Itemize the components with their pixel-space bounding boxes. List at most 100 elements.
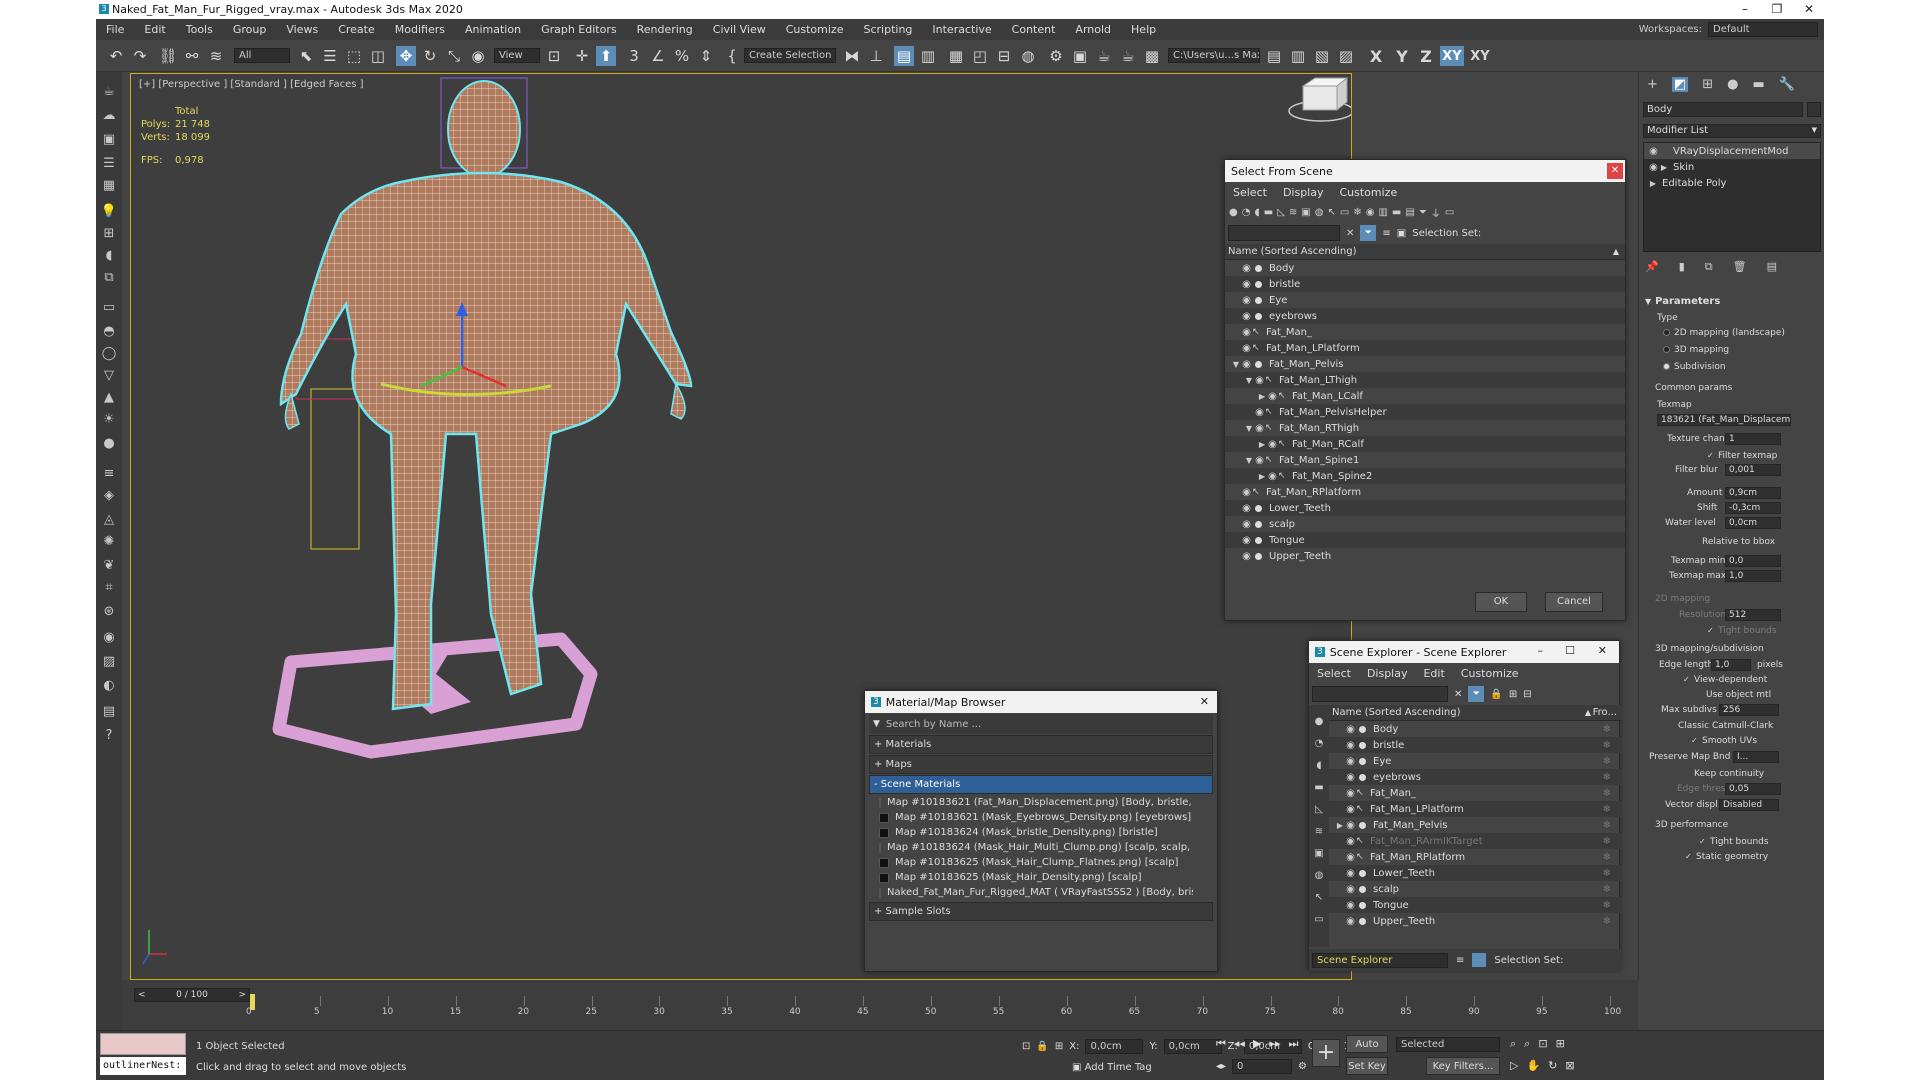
fog-icon[interactable]: ✺ [99, 532, 119, 550]
menu-customize[interactable]: Customize [776, 23, 854, 36]
selection-set-icon[interactable] [1472, 953, 1487, 967]
eye-icon[interactable]: ◉ [1345, 900, 1356, 911]
se-menu-edit[interactable]: Edit [1415, 667, 1452, 680]
eye-icon[interactable]: ◉ [1241, 535, 1252, 546]
display-tab-icon[interactable]: ▬ [1752, 77, 1764, 92]
render-setup-icon[interactable]: ⚙ [1046, 46, 1066, 66]
se-menu-display[interactable]: Display [1359, 667, 1416, 680]
eye-icon[interactable]: ◉ [1648, 146, 1659, 157]
axis-xy-button[interactable]: XY [1440, 46, 1464, 66]
eye-icon[interactable]: ◉ [1241, 279, 1252, 290]
explorer-list-item[interactable]: ◉ ↖ Fat_Man_RPlatform ❄ [1329, 849, 1621, 865]
explorer-list-item[interactable]: ◉ ↖ Fat_Man_LPlatform ❄ [1329, 801, 1621, 817]
align-icon[interactable]: ⊥ [866, 46, 886, 66]
display-lights-icon[interactable]: ◖ [1254, 207, 1259, 218]
scene-list-item[interactable]: ◉ bristle [1225, 276, 1625, 292]
window-crossing-icon[interactable]: ◫ [368, 46, 388, 66]
expand-arrow-icon[interactable]: ▶ [1257, 392, 1267, 401]
timeline-ruler[interactable]: 0 5 10 15 20 25 30 35 40 45 50 55 60 65 70 75 80 85 90 95 10… [122, 980, 1638, 1034]
explorer-list-item[interactable]: ◉ Tongue ❄ [1329, 897, 1621, 913]
current-frame-marker[interactable] [250, 994, 255, 1010]
isolate-icon[interactable]: ⊡ [1022, 1041, 1030, 1052]
scene-list-item[interactable]: ▶ ◉ ↖ Fat_Man_LCalf [1225, 388, 1625, 404]
fur-icon[interactable]: ≡ [99, 464, 119, 482]
menu-content[interactable]: Content [1002, 23, 1066, 36]
key-mode-icon[interactable]: ◂▸ [1216, 1061, 1226, 1072]
layer-icon[interactable]: ≡ [1456, 955, 1464, 966]
set-key-icon[interactable]: + [1312, 1039, 1340, 1067]
create-tab-icon[interactable]: + [1647, 77, 1658, 92]
funnel-icon[interactable]: ⏚ [1431, 205, 1441, 220]
scene-list-item[interactable]: ▼ ◉ Fat_Man_Pelvis [1225, 356, 1625, 372]
menu-scripting[interactable]: Scripting [853, 23, 922, 36]
bake-icon[interactable]: ▨ [99, 652, 119, 670]
se-menu-customize[interactable]: Customize [1453, 667, 1527, 680]
freeze-icon[interactable]: ❄ [1603, 868, 1611, 879]
menu-edit[interactable]: Edit [134, 23, 175, 36]
eye-icon[interactable]: ◉ [1345, 820, 1356, 831]
parameters-title[interactable]: ▼ Parameters [1645, 296, 1720, 307]
maximize-icon[interactable]: ☐ [1565, 644, 1575, 657]
static-geometry-checkbox[interactable]: ✓ Static geometry [1685, 852, 1768, 862]
prev-key-icon[interactable]: ◂◂ [1234, 1037, 1245, 1051]
menu-views[interactable]: Views [276, 23, 328, 36]
display-groups-icon[interactable]: ▣ [1301, 207, 1310, 218]
explorer-name-dropdown[interactable]: Scene Explorer [1312, 952, 1448, 968]
select-scale-icon[interactable]: ⤡ [444, 46, 464, 66]
minimize-icon[interactable]: – [1538, 644, 1544, 657]
clear-search-icon[interactable]: ✕ [1346, 228, 1354, 239]
time-config-icon[interactable]: ⚙ [1298, 1061, 1307, 1072]
display-shapes-icon[interactable]: ◔ [1242, 207, 1251, 218]
layer-icon[interactable]: ⊟ [1523, 689, 1531, 700]
keep-continuity-checkbox[interactable]: Keep continuity [1683, 769, 1764, 779]
hair-icon[interactable]: ⌗ [99, 578, 119, 596]
vfb-icon[interactable]: ◐ [99, 676, 119, 694]
layer-explorer-icon[interactable]: ▥ [918, 46, 938, 66]
ies-icon[interactable]: ▽ [99, 366, 119, 384]
freeze-icon[interactable]: ❄ [1603, 884, 1611, 895]
make-unique-icon[interactable]: ⧉ [1705, 260, 1713, 274]
image-icon[interactable]: ▣ [99, 130, 119, 148]
freeze-icon[interactable]: ❄ [1603, 724, 1611, 735]
undo-icon[interactable]: ↶ [106, 46, 126, 66]
sfs-menu-display[interactable]: Display [1275, 186, 1332, 199]
menu-rendering[interactable]: Rendering [627, 23, 703, 36]
preserve-map-bnd-dropdown[interactable]: I... [1733, 751, 1779, 763]
display-bones-icon[interactable]: ↖ [1309, 887, 1329, 909]
sfs-menu-customize[interactable]: Customize [1331, 186, 1405, 199]
render-icon[interactable]: ☕ [1094, 46, 1114, 66]
lock-selection-icon[interactable]: 🔒 [1036, 1041, 1048, 1052]
sfs-menu-select[interactable]: Select [1225, 186, 1275, 199]
scene-list-item[interactable]: ◉ ↖ Fat_Man_RPlatform [1225, 484, 1625, 500]
save-project-icon[interactable]: ▧ [1312, 46, 1332, 66]
proxy-icon[interactable]: ◬ [99, 510, 119, 528]
explorer-list-item[interactable]: ◉ eyebrows ❄ [1329, 769, 1621, 785]
grid-icon[interactable]: ▦ [99, 176, 119, 194]
clear-search-icon[interactable]: ✕ [1454, 689, 1462, 700]
expand-arrow-icon[interactable]: ▶ [1335, 821, 1345, 830]
stack-item-vraydisplacementmod[interactable]: ◉ VRayDisplacementMod [1644, 143, 1820, 159]
reference-coord-dropdown[interactable]: View [494, 48, 540, 63]
eye-icon[interactable]: ◉ [1241, 359, 1252, 370]
display-groups-icon[interactable]: ▣ [1309, 843, 1329, 865]
maximize-button[interactable]: ❐ [1762, 0, 1792, 19]
scene-list-item[interactable]: ◉ Eye [1225, 292, 1625, 308]
expand-icon[interactable]: ▶ [1648, 179, 1658, 188]
expand-arrow-icon[interactable]: ▼ [1244, 456, 1254, 465]
texmap-max-spinner[interactable]: 1,0 [1725, 570, 1781, 582]
menu-group[interactable]: Group [223, 23, 277, 36]
teapot-icon[interactable]: ☕ [99, 82, 119, 100]
eye-icon[interactable]: ◉ [1345, 836, 1356, 847]
ambient-icon[interactable]: ● [99, 434, 119, 452]
name-column-header[interactable]: Name (Sorted Ascending) ▲ Fro... [1329, 705, 1621, 721]
edge-length-spinner[interactable]: 1,0 [1711, 659, 1751, 671]
maps-section[interactable]: + Maps [869, 755, 1213, 774]
scene-list-item[interactable]: ◉ Body [1225, 260, 1625, 276]
amount-spinner[interactable]: 0,9cm [1725, 487, 1781, 499]
display-invert-icon[interactable]: ▤ [1405, 207, 1414, 218]
scene-materials-section[interactable]: - Scene Materials [869, 775, 1213, 794]
maxscript-listener-pink[interactable] [100, 1033, 186, 1055]
view-dependent-checkbox[interactable]: ✓ View-dependent [1683, 675, 1767, 685]
scene-list-item[interactable]: ◉ Lower_Teeth [1225, 500, 1625, 516]
close-icon[interactable]: ✕ [1200, 695, 1209, 708]
